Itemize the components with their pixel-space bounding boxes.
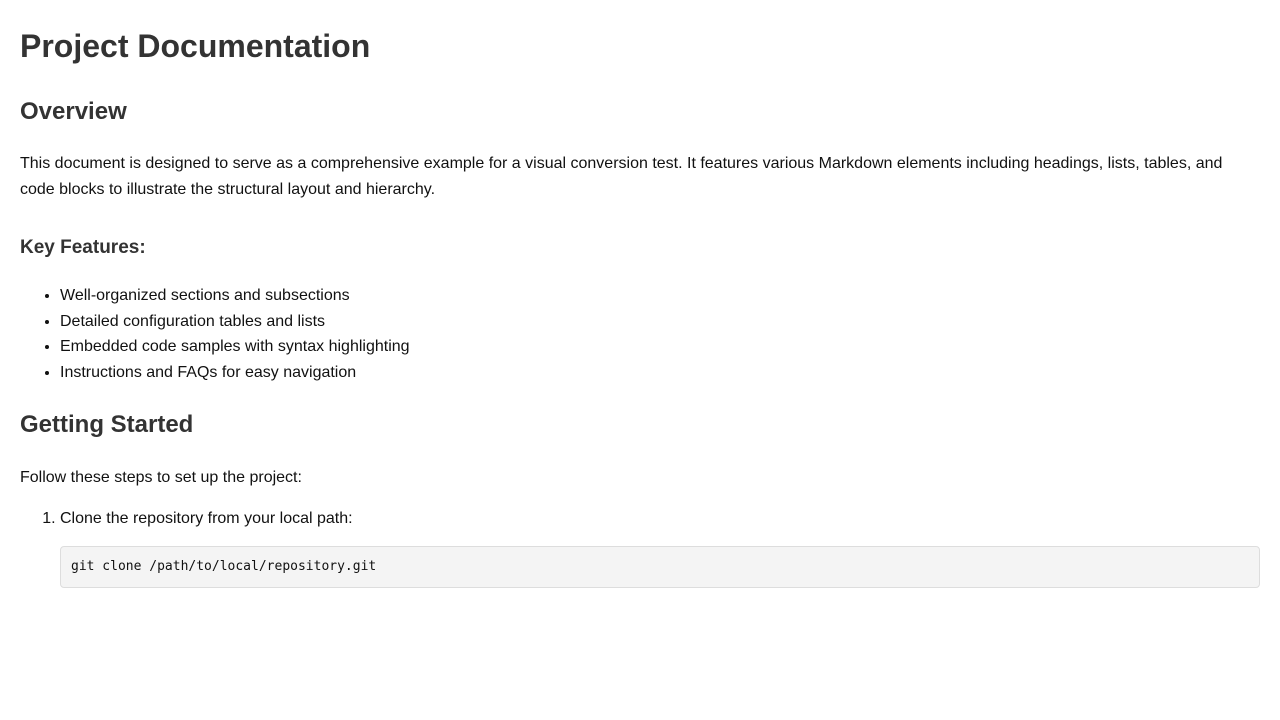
steps-list: Clone the repository from your local pat… [20, 506, 1260, 588]
getting-started-paragraph: Follow these steps to set up the project… [20, 469, 302, 487]
list-item: Detailed configuration tables and lists [60, 309, 1260, 335]
overview-paragraph: This document is designed to serve as a … [20, 155, 1223, 198]
step-item: Clone the repository from your local pat… [60, 506, 1260, 588]
list-item: Well-organized sections and subsections [60, 283, 1260, 309]
subsection-heading-key-features: Key Features: [20, 237, 146, 258]
list-item: Embedded code samples with syntax highli… [60, 334, 1260, 360]
code-block[interactable]: git clone /path/to/local/repository.git [60, 545, 1260, 588]
section-heading-overview: Overview [20, 98, 127, 125]
page-title: Project Documentation [20, 28, 371, 64]
list-item: Instructions and FAQs for easy navigatio… [60, 360, 1260, 386]
section-heading-getting-started: Getting Started [20, 411, 194, 439]
step-text: Clone the repository from your local pat… [60, 510, 353, 528]
features-list: Well-organized sections and subsections … [20, 283, 1260, 385]
